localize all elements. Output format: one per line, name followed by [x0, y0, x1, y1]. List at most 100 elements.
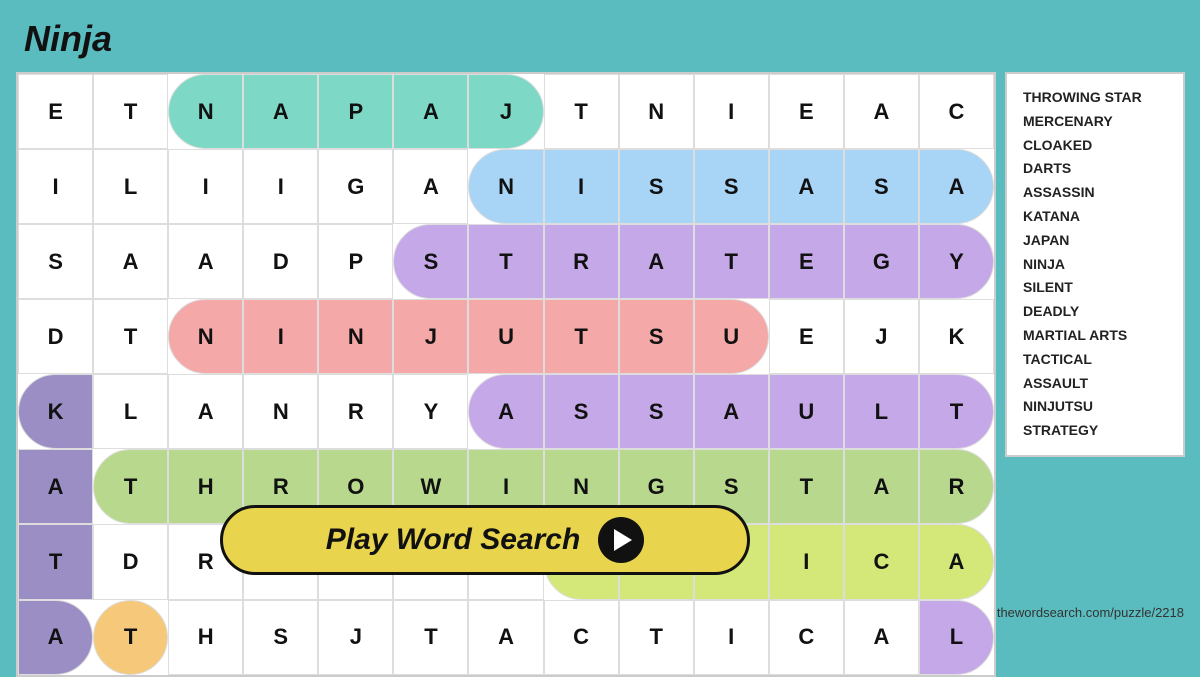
word-list-item-2: MERCENARY — [1023, 110, 1167, 134]
cell-0-7[interactable]: T — [544, 74, 619, 149]
cell-7-7[interactable]: C — [544, 600, 619, 675]
word-list-item-9: SILENT — [1023, 276, 1167, 300]
cell-7-0[interactable]: A — [18, 600, 93, 675]
cell-0-4[interactable]: P — [318, 74, 393, 149]
cell-0-11[interactable]: A — [844, 74, 919, 149]
cell-1-4[interactable]: G — [318, 149, 393, 224]
play-word-search-button[interactable]: Play Word Search — [220, 505, 750, 575]
cell-5-0[interactable]: A — [18, 449, 93, 524]
cell-4-11[interactable]: L — [844, 374, 919, 449]
cell-7-8[interactable]: T — [619, 600, 694, 675]
cell-2-12[interactable]: Y — [919, 224, 994, 299]
cell-1-3[interactable]: I — [243, 149, 318, 224]
cell-3-7[interactable]: T — [544, 299, 619, 374]
cell-4-12[interactable]: T — [919, 374, 994, 449]
cell-0-10[interactable]: E — [769, 74, 844, 149]
cell-2-4[interactable]: P — [318, 224, 393, 299]
cell-6-0[interactable]: T — [18, 524, 93, 599]
cell-4-4[interactable]: R — [318, 374, 393, 449]
cell-2-0[interactable]: S — [18, 224, 93, 299]
cell-5-12[interactable]: R — [919, 449, 994, 524]
word-list-item-10: DEADLY — [1023, 300, 1167, 324]
cell-7-1[interactable]: T — [93, 600, 168, 675]
word-list-item-14: NINJUTSU — [1023, 395, 1167, 419]
cell-7-5[interactable]: T — [393, 600, 468, 675]
cell-4-8[interactable]: S — [619, 374, 694, 449]
cell-3-12[interactable]: K — [919, 299, 994, 374]
cell-2-9[interactable]: T — [694, 224, 769, 299]
word-list-item-1: THROWING STAR — [1023, 86, 1167, 110]
cell-7-9[interactable]: I — [694, 600, 769, 675]
cell-4-10[interactable]: U — [769, 374, 844, 449]
cell-3-0[interactable]: D — [18, 299, 93, 374]
word-list-item-12: TACTICAL — [1023, 348, 1167, 372]
cell-2-2[interactable]: A — [168, 224, 243, 299]
cell-3-4[interactable]: N — [318, 299, 393, 374]
cell-4-7[interactable]: S — [544, 374, 619, 449]
cell-0-9[interactable]: I — [694, 74, 769, 149]
cell-7-12[interactable]: L — [919, 600, 994, 675]
cell-2-3[interactable]: D — [243, 224, 318, 299]
cell-1-11[interactable]: S — [844, 149, 919, 224]
cell-0-8[interactable]: N — [619, 74, 694, 149]
cell-0-5[interactable]: A — [393, 74, 468, 149]
cell-2-6[interactable]: T — [468, 224, 543, 299]
cell-1-7[interactable]: I — [544, 149, 619, 224]
cell-1-6[interactable]: N — [468, 149, 543, 224]
cell-2-5[interactable]: S — [393, 224, 468, 299]
cell-7-10[interactable]: C — [769, 600, 844, 675]
cell-4-1[interactable]: L — [93, 374, 168, 449]
cell-1-9[interactable]: S — [694, 149, 769, 224]
cell-6-12[interactable]: A — [919, 524, 994, 599]
cell-4-0[interactable]: K — [18, 374, 93, 449]
cell-0-2[interactable]: N — [168, 74, 243, 149]
cell-7-4[interactable]: J — [318, 600, 393, 675]
cell-2-7[interactable]: R — [544, 224, 619, 299]
cell-3-5[interactable]: J — [393, 299, 468, 374]
cell-4-5[interactable]: Y — [393, 374, 468, 449]
cell-1-12[interactable]: A — [919, 149, 994, 224]
cell-1-10[interactable]: A — [769, 149, 844, 224]
cell-6-11[interactable]: C — [844, 524, 919, 599]
cell-5-11[interactable]: A — [844, 449, 919, 524]
cell-1-1[interactable]: L — [93, 149, 168, 224]
cell-2-11[interactable]: G — [844, 224, 919, 299]
cell-0-1[interactable]: T — [93, 74, 168, 149]
cell-0-6[interactable]: J — [468, 74, 543, 149]
footer-url: thewordsearch.com/puzzle/2218 — [997, 605, 1184, 620]
cell-6-10[interactable]: I — [769, 524, 844, 599]
cell-3-2[interactable]: N — [168, 299, 243, 374]
cell-4-2[interactable]: A — [168, 374, 243, 449]
word-list-item-13: ASSAULT — [1023, 372, 1167, 396]
cell-1-8[interactable]: S — [619, 149, 694, 224]
cell-7-2[interactable]: H — [168, 600, 243, 675]
cell-1-0[interactable]: I — [18, 149, 93, 224]
cell-0-12[interactable]: C — [919, 74, 994, 149]
cell-0-3[interactable]: A — [243, 74, 318, 149]
word-search-grid[interactable]: E T N A P A J T N I E A C I L I I G A N … — [18, 74, 994, 675]
cell-2-1[interactable]: A — [93, 224, 168, 299]
cell-3-8[interactable]: S — [619, 299, 694, 374]
cell-3-10[interactable]: E — [769, 299, 844, 374]
cell-7-6[interactable]: A — [468, 600, 543, 675]
cell-3-3[interactable]: I — [243, 299, 318, 374]
cell-7-11[interactable]: A — [844, 600, 919, 675]
cell-1-2[interactable]: I — [168, 149, 243, 224]
word-list-item-8: NINJA — [1023, 253, 1167, 277]
cell-5-1[interactable]: T — [93, 449, 168, 524]
cell-7-3[interactable]: S — [243, 600, 318, 675]
cell-0-0[interactable]: E — [18, 74, 93, 149]
cell-3-6[interactable]: U — [468, 299, 543, 374]
cell-3-9[interactable]: U — [694, 299, 769, 374]
cell-3-1[interactable]: T — [93, 299, 168, 374]
puzzle-grid-container: E T N A P A J T N I E A C I L I I G A N … — [16, 72, 996, 677]
cell-4-6[interactable]: A — [468, 374, 543, 449]
cell-2-10[interactable]: E — [769, 224, 844, 299]
cell-3-11[interactable]: J — [844, 299, 919, 374]
cell-5-10[interactable]: T — [769, 449, 844, 524]
cell-4-3[interactable]: N — [243, 374, 318, 449]
cell-4-9[interactable]: A — [694, 374, 769, 449]
cell-2-8[interactable]: A — [619, 224, 694, 299]
cell-6-1[interactable]: D — [93, 524, 168, 599]
cell-1-5[interactable]: A — [393, 149, 468, 224]
